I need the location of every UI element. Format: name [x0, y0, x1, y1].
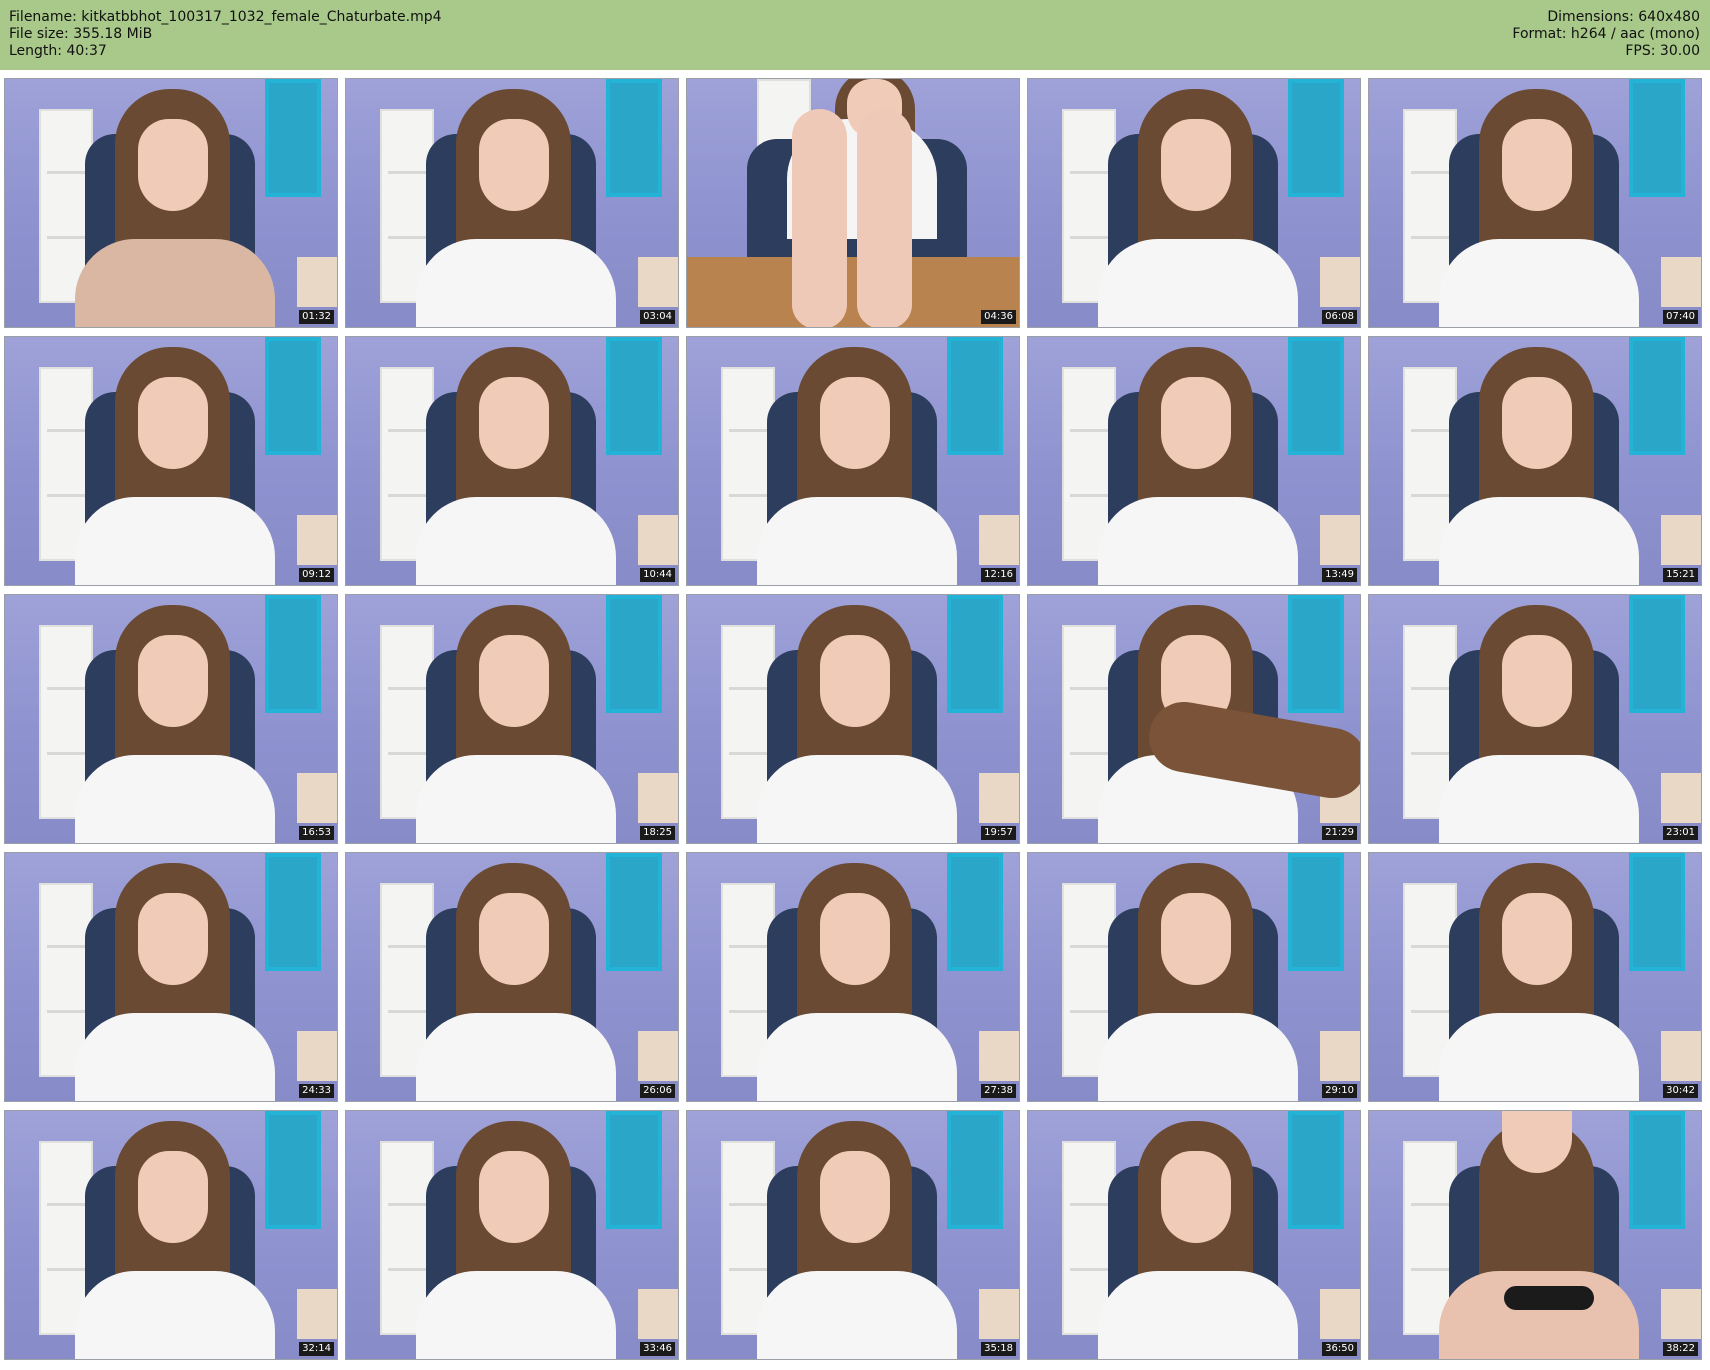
video-thumbnail[interactable]: 24:33	[4, 852, 338, 1102]
timestamp-label: 03:04	[640, 310, 675, 324]
video-thumbnail[interactable]: 19:57	[686, 594, 1020, 844]
timestamp-label: 16:53	[299, 826, 334, 840]
timestamp-label: 30:42	[1663, 1084, 1698, 1098]
video-thumbnail[interactable]: 16:53	[4, 594, 338, 844]
video-thumbnail[interactable]: 01:32	[4, 78, 338, 328]
video-thumbnail[interactable]: 35:18	[686, 1110, 1020, 1360]
video-thumbnail[interactable]: 38:22	[1368, 1110, 1702, 1360]
timestamp-label: 33:46	[640, 1342, 675, 1356]
timestamp-label: 38:22	[1663, 1342, 1698, 1356]
timestamp-label: 15:21	[1663, 568, 1698, 582]
timestamp-label: 09:12	[299, 568, 334, 582]
timestamp-label: 04:36	[981, 310, 1016, 324]
video-thumbnail[interactable]: 13:49	[1027, 336, 1361, 586]
video-thumbnail[interactable]: 36:50	[1027, 1110, 1361, 1360]
filename-text: Filename: kitkatbbhot_100317_1032_female…	[9, 9, 442, 25]
video-thumbnail[interactable]: 32:14	[4, 1110, 338, 1360]
video-thumbnail[interactable]: 29:10	[1027, 852, 1361, 1102]
timestamp-label: 01:32	[299, 310, 334, 324]
video-thumbnail[interactable]: 12:16	[686, 336, 1020, 586]
video-thumbnail[interactable]: 30:42	[1368, 852, 1702, 1102]
dimensions-text: Dimensions: 640x480	[1547, 9, 1700, 25]
timestamp-label: 26:06	[640, 1084, 675, 1098]
video-thumbnail[interactable]: 23:01	[1368, 594, 1702, 844]
video-thumbnail[interactable]: 03:04	[345, 78, 679, 328]
file-info: Filename: kitkatbbhot_100317_1032_female…	[9, 9, 442, 60]
format-text: Format: h264 / aac (mono)	[1512, 26, 1700, 42]
timestamp-label: 10:44	[640, 568, 675, 582]
video-thumbnail[interactable]: 09:12	[4, 336, 338, 586]
timestamp-label: 18:25	[640, 826, 675, 840]
video-thumbnail[interactable]: 27:38	[686, 852, 1020, 1102]
timestamp-label: 36:50	[1322, 1342, 1357, 1356]
timestamp-label: 06:08	[1322, 310, 1357, 324]
timestamp-label: 12:16	[981, 568, 1016, 582]
timestamp-label: 23:01	[1663, 826, 1698, 840]
thumbnail-grid: 01:32 03:04 04:36 06:08 07:40 09:12 10:44 12:16…	[4, 78, 1702, 1360]
video-thumbnail[interactable]: 18:25	[345, 594, 679, 844]
video-thumbnail[interactable]: 26:06	[345, 852, 679, 1102]
video-thumbnail[interactable]: 15:21	[1368, 336, 1702, 586]
timestamp-label: 35:18	[981, 1342, 1016, 1356]
timestamp-label: 13:49	[1322, 568, 1357, 582]
fps-text: FPS: 30.00	[1625, 43, 1700, 59]
video-thumbnail[interactable]: 07:40	[1368, 78, 1702, 328]
timestamp-label: 19:57	[981, 826, 1016, 840]
video-thumbnail[interactable]: 06:08	[1027, 78, 1361, 328]
stream-info: Dimensions: 640x480 Format: h264 / aac (…	[1512, 9, 1700, 60]
video-thumbnail[interactable]: 21:29	[1027, 594, 1361, 844]
video-thumbnail[interactable]: 10:44	[345, 336, 679, 586]
timestamp-label: 27:38	[981, 1084, 1016, 1098]
filesize-text: File size: 355.18 MiB	[9, 26, 153, 42]
timestamp-label: 29:10	[1322, 1084, 1357, 1098]
timestamp-label: 21:29	[1322, 826, 1357, 840]
length-text: Length: 40:37	[9, 43, 107, 59]
video-thumbnail[interactable]: 04:36	[686, 78, 1020, 328]
timestamp-label: 24:33	[299, 1084, 334, 1098]
video-thumbnail[interactable]: 33:46	[345, 1110, 679, 1360]
info-header: Filename: kitkatbbhot_100317_1032_female…	[0, 0, 1710, 70]
timestamp-label: 07:40	[1663, 310, 1698, 324]
timestamp-label: 32:14	[299, 1342, 334, 1356]
